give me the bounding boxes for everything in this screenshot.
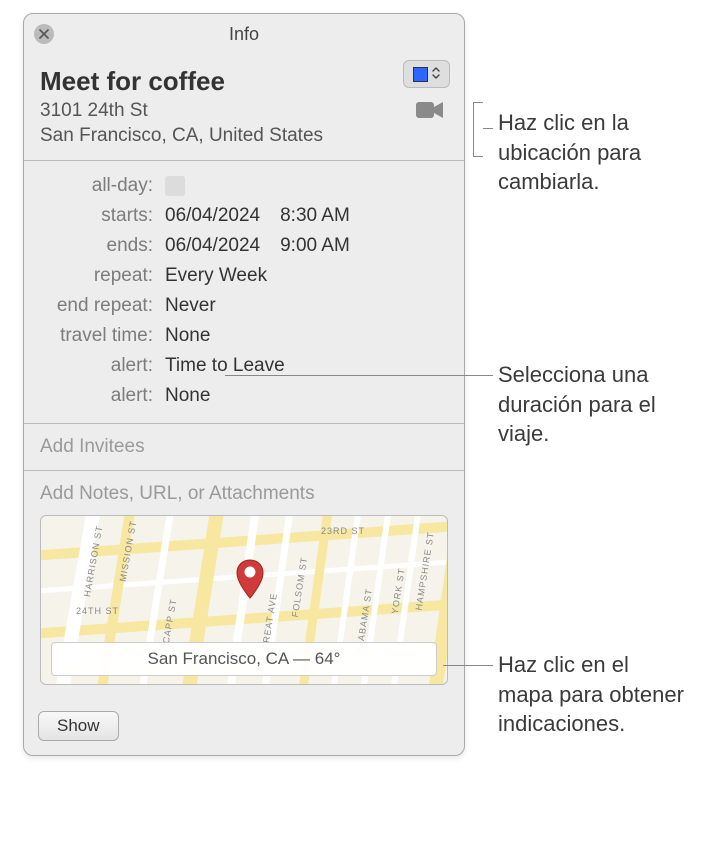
starts-date[interactable]: 06/04/2024 <box>165 205 260 227</box>
video-camera-icon <box>416 100 444 120</box>
callout-leader <box>225 375 493 376</box>
row-travel-time: travel time: None <box>40 321 448 351</box>
event-title[interactable]: Meet for coffee <box>40 66 448 97</box>
row-alert-1: alert: Time to Leave <box>40 351 448 381</box>
callout-location: Haz clic en la ubicación para cambiarla. <box>498 108 708 197</box>
panel-footer: Show <box>24 701 464 755</box>
callout-leader <box>483 128 493 129</box>
starts-label: starts: <box>40 205 165 227</box>
row-starts: starts: 06/04/2024 8:30 AM <box>40 201 448 231</box>
add-video-call-button[interactable] <box>416 100 444 126</box>
callout-travel-time: Selecciona una duración para el viaje. <box>498 360 708 449</box>
event-details: all-day: starts: 06/04/2024 8:30 AM ends… <box>24 161 464 424</box>
event-header: Meet for coffee 3101 24th St San Francis… <box>24 54 464 161</box>
row-end-repeat: end repeat: Never <box>40 291 448 321</box>
ends-time[interactable]: 9:00 AM <box>280 235 350 257</box>
location-line-2: San Francisco, CA, United States <box>40 125 323 146</box>
map-pin-icon <box>235 558 265 600</box>
map-caption: San Francisco, CA — 64° <box>51 642 437 676</box>
event-location[interactable]: 3101 24th St San Francisco, CA, United S… <box>40 99 370 148</box>
callout-leader <box>443 665 493 666</box>
calendar-color-swatch <box>413 67 428 82</box>
notes-section: Add Notes, URL, or Attachments 23RD ST 2… <box>24 471 464 701</box>
starts-time[interactable]: 8:30 AM <box>280 205 350 227</box>
repeat-label: repeat: <box>40 265 165 287</box>
chevron-updown-icon <box>432 66 440 83</box>
event-info-panel: Info Meet for coffee 3101 24th St San Fr… <box>23 13 465 756</box>
calendar-picker[interactable] <box>403 60 450 88</box>
add-notes-field[interactable]: Add Notes, URL, or Attachments <box>40 483 448 505</box>
alert-1-label: alert: <box>40 355 165 377</box>
repeat-value[interactable]: Every Week <box>165 265 267 287</box>
callout-bracket <box>473 102 483 157</box>
close-button[interactable] <box>34 24 54 44</box>
location-mini-map[interactable]: 23RD ST 24TH ST MISSION ST CAPP ST TREAT… <box>40 515 448 685</box>
travel-time-label: travel time: <box>40 325 165 347</box>
all-day-label: all-day: <box>40 175 165 197</box>
end-repeat-value[interactable]: Never <box>165 295 216 317</box>
close-icon <box>39 29 49 39</box>
alert-2-value[interactable]: None <box>165 385 210 407</box>
street-label: 23RD ST <box>321 526 365 536</box>
show-button[interactable]: Show <box>38 711 119 741</box>
row-repeat: repeat: Every Week <box>40 261 448 291</box>
street-label: 24TH ST <box>76 606 119 616</box>
ends-date[interactable]: 06/04/2024 <box>165 235 260 257</box>
title-bar: Info <box>24 14 464 54</box>
callout-map: Haz clic en el mapa para obtener indicac… <box>498 650 688 739</box>
travel-time-value[interactable]: None <box>165 325 210 347</box>
row-ends: ends: 06/04/2024 9:00 AM <box>40 231 448 261</box>
all-day-checkbox[interactable] <box>165 176 185 196</box>
ends-label: ends: <box>40 235 165 257</box>
row-all-day: all-day: <box>40 171 448 201</box>
location-line-1: 3101 24th St <box>40 100 148 121</box>
window-title: Info <box>229 24 259 44</box>
alert-2-label: alert: <box>40 385 165 407</box>
row-alert-2: alert: None <box>40 381 448 411</box>
add-invitees-field[interactable]: Add Invitees <box>24 424 464 471</box>
end-repeat-label: end repeat: <box>40 295 165 317</box>
